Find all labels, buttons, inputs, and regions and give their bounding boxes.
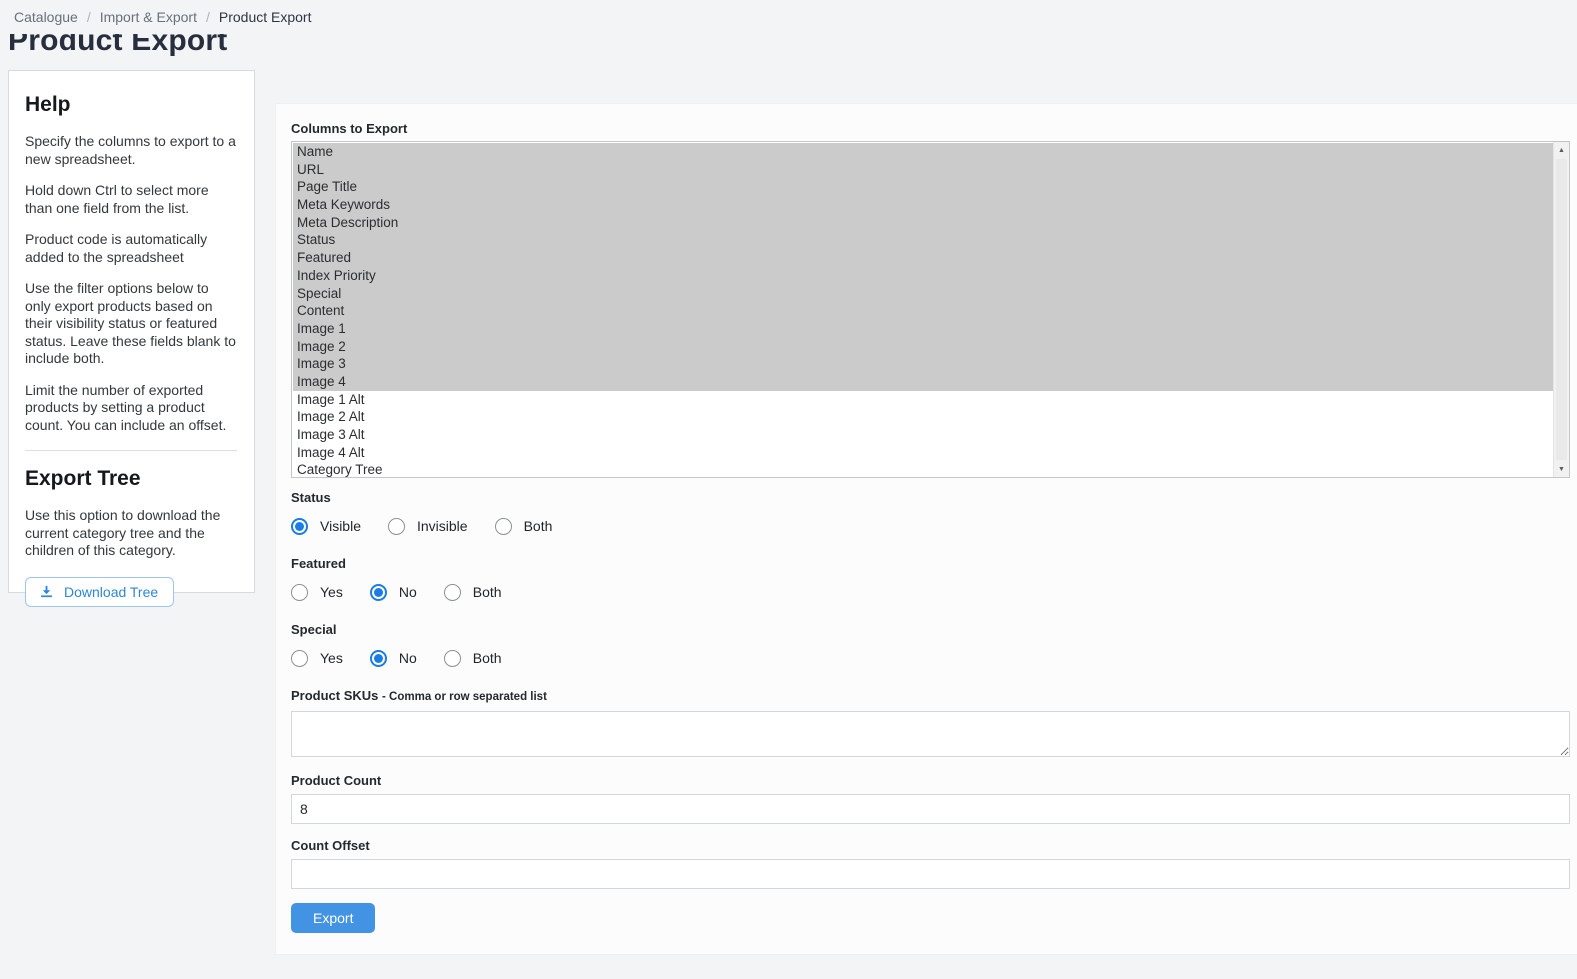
count-offset-label: Count Offset bbox=[291, 839, 1570, 852]
help-paragraph: Use the filter options below to only exp… bbox=[25, 280, 237, 368]
count-offset-input[interactable] bbox=[291, 859, 1570, 889]
list-item[interactable]: Page Title bbox=[293, 178, 1553, 196]
list-item[interactable]: Image 2 Alt bbox=[293, 408, 1553, 426]
list-item[interactable]: Image 3 bbox=[293, 355, 1553, 373]
radio-featured-both[interactable]: Both bbox=[444, 584, 502, 601]
radio-icon bbox=[291, 518, 308, 535]
list-item[interactable]: Image 1 Alt bbox=[293, 391, 1553, 409]
radio-icon bbox=[495, 518, 512, 535]
list-item[interactable]: URL bbox=[293, 161, 1553, 179]
product-skus-label-text: Product SKUs bbox=[291, 688, 378, 703]
radio-icon bbox=[444, 584, 461, 601]
scroll-up-arrow-icon[interactable]: ▲ bbox=[1554, 142, 1569, 158]
help-panel: Help Specify the columns to export to a … bbox=[8, 70, 255, 593]
radio-icon bbox=[388, 518, 405, 535]
radio-label: No bbox=[399, 584, 417, 600]
page-title-clip: Product Export bbox=[8, 34, 508, 61]
radio-icon bbox=[291, 584, 308, 601]
status-label: Status bbox=[291, 491, 1570, 504]
status-radio-group: Visible Invisible Both bbox=[291, 517, 1570, 535]
product-count-input[interactable] bbox=[291, 794, 1570, 824]
columns-to-export-label: Columns to Export bbox=[291, 122, 1570, 135]
radio-label: Yes bbox=[320, 650, 343, 666]
help-paragraph: Hold down Ctrl to select more than one f… bbox=[25, 182, 237, 217]
list-item[interactable]: Category Tree bbox=[293, 461, 1553, 478]
radio-special-both[interactable]: Both bbox=[444, 650, 502, 667]
special-label: Special bbox=[291, 623, 1570, 636]
radio-label: Visible bbox=[320, 518, 361, 534]
breadcrumb-separator: / bbox=[206, 9, 210, 25]
scroll-down-arrow-icon[interactable]: ▼ bbox=[1554, 461, 1569, 477]
listbox-options: Name URL Page Title Meta Keywords Meta D… bbox=[293, 143, 1553, 478]
help-paragraph: Specify the columns to export to a new s… bbox=[25, 133, 237, 168]
list-item[interactable]: Image 4 Alt bbox=[293, 444, 1553, 462]
radio-label: No bbox=[399, 650, 417, 666]
radio-special-no[interactable]: No bbox=[370, 650, 417, 667]
divider bbox=[25, 450, 237, 451]
product-skus-label: Product SKUs - Comma or row separated li… bbox=[291, 689, 1570, 704]
listbox-scrollbar[interactable]: ▲ ▼ bbox=[1553, 142, 1569, 477]
download-tree-label: Download Tree bbox=[64, 584, 158, 600]
list-item[interactable]: Special bbox=[293, 285, 1553, 303]
columns-to-export-listbox[interactable]: Name URL Page Title Meta Keywords Meta D… bbox=[291, 141, 1570, 478]
breadcrumb-current: Product Export bbox=[219, 9, 312, 25]
export-tree-heading: Export Tree bbox=[25, 467, 237, 491]
radio-special-yes[interactable]: Yes bbox=[291, 650, 343, 667]
list-item[interactable]: Image 2 bbox=[293, 338, 1553, 356]
list-item[interactable]: Meta Keywords bbox=[293, 196, 1553, 214]
radio-label: Both bbox=[473, 650, 502, 666]
list-item[interactable]: Featured bbox=[293, 249, 1553, 267]
list-item[interactable]: Meta Description bbox=[293, 214, 1553, 232]
breadcrumb: Catalogue / Import & Export / Product Ex… bbox=[14, 9, 311, 25]
product-count-label: Product Count bbox=[291, 774, 1570, 787]
help-heading: Help bbox=[25, 93, 237, 117]
radio-status-invisible[interactable]: Invisible bbox=[388, 518, 468, 535]
radio-status-both[interactable]: Both bbox=[495, 518, 553, 535]
download-icon bbox=[39, 584, 54, 599]
help-paragraph: Product code is automatically added to t… bbox=[25, 231, 237, 266]
featured-label: Featured bbox=[291, 557, 1570, 570]
breadcrumb-import-export[interactable]: Import & Export bbox=[100, 9, 197, 25]
list-item[interactable]: Content bbox=[293, 302, 1553, 320]
radio-featured-no[interactable]: No bbox=[370, 584, 417, 601]
product-export-form: Columns to Export Name URL Page Title Me… bbox=[275, 103, 1577, 955]
radio-featured-yes[interactable]: Yes bbox=[291, 584, 343, 601]
list-item[interactable]: Index Priority bbox=[293, 267, 1553, 285]
featured-radio-group: Yes No Both bbox=[291, 583, 1570, 601]
radio-label: Yes bbox=[320, 584, 343, 600]
radio-icon bbox=[444, 650, 461, 667]
list-item[interactable]: Image 1 bbox=[293, 320, 1553, 338]
help-paragraph: Limit the number of exported products by… bbox=[25, 382, 237, 435]
radio-label: Invisible bbox=[417, 518, 468, 534]
list-item[interactable]: Image 3 Alt bbox=[293, 426, 1553, 444]
radio-icon bbox=[370, 584, 387, 601]
radio-label: Both bbox=[524, 518, 553, 534]
breadcrumb-separator: / bbox=[87, 9, 91, 25]
list-item[interactable]: Name bbox=[293, 143, 1553, 161]
download-tree-button[interactable]: Download Tree bbox=[25, 577, 174, 607]
radio-icon bbox=[291, 650, 308, 667]
radio-icon bbox=[370, 650, 387, 667]
page-title: Product Export bbox=[8, 34, 508, 57]
product-skus-hint: - Comma or row separated list bbox=[382, 691, 547, 703]
list-item[interactable]: Status bbox=[293, 231, 1553, 249]
radio-status-visible[interactable]: Visible bbox=[291, 518, 361, 535]
export-tree-description: Use this option to download the current … bbox=[25, 507, 237, 560]
scrollbar-thumb[interactable] bbox=[1556, 159, 1567, 460]
product-skus-textarea[interactable] bbox=[291, 711, 1570, 757]
export-button[interactable]: Export bbox=[291, 903, 375, 933]
special-radio-group: Yes No Both bbox=[291, 649, 1570, 667]
list-item[interactable]: Image 4 bbox=[293, 373, 1553, 391]
breadcrumb-catalogue[interactable]: Catalogue bbox=[14, 9, 78, 25]
radio-label: Both bbox=[473, 584, 502, 600]
